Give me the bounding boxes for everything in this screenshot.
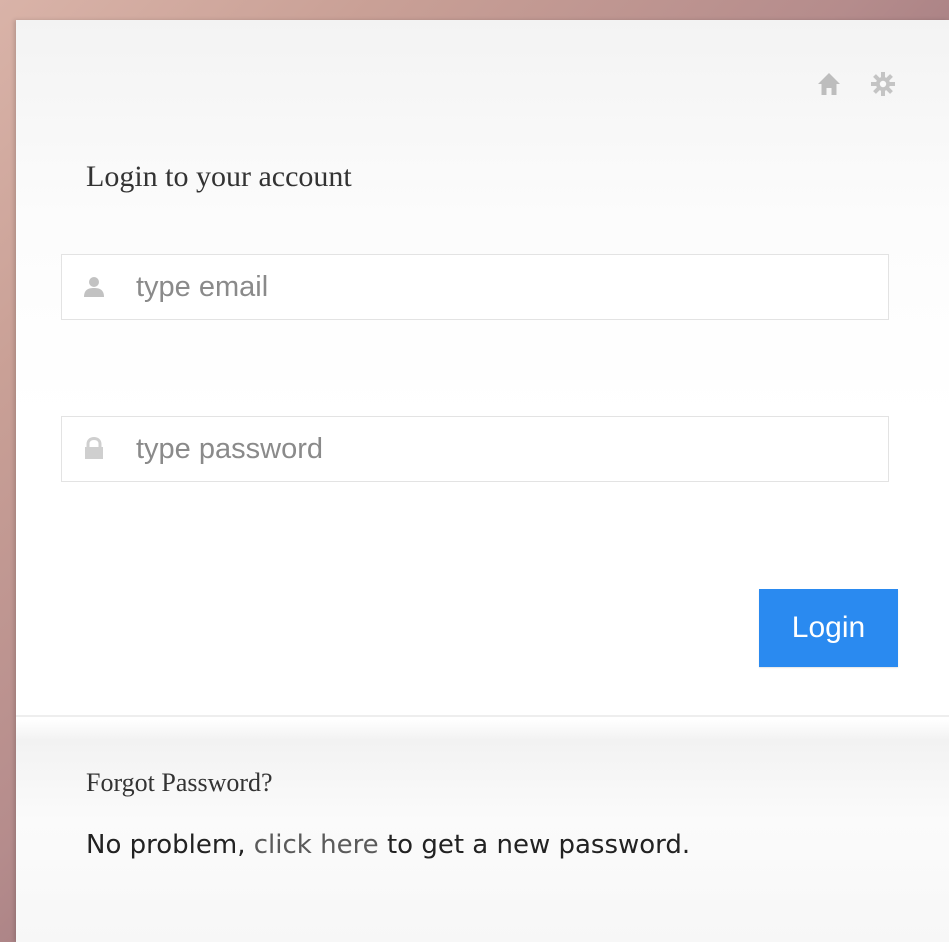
reset-password-link[interactable]: click here bbox=[254, 830, 379, 860]
section-divider bbox=[16, 715, 949, 717]
login-button[interactable]: Login bbox=[759, 589, 898, 667]
lock-icon bbox=[64, 437, 124, 461]
top-icons bbox=[815, 70, 897, 98]
password-input[interactable] bbox=[136, 432, 876, 466]
user-icon bbox=[64, 275, 124, 299]
email-input[interactable] bbox=[136, 270, 876, 304]
login-panel: Login to your account Login Forgot Passw… bbox=[16, 20, 949, 942]
help-text-after: to get a new password. bbox=[378, 830, 691, 860]
page-title: Login to your account bbox=[86, 160, 352, 193]
email-field[interactable] bbox=[61, 254, 889, 320]
help-text-before: No problem, bbox=[86, 830, 254, 860]
home-icon[interactable] bbox=[815, 70, 843, 98]
password-field[interactable] bbox=[61, 416, 889, 482]
forgot-password-title: Forgot Password? bbox=[86, 768, 273, 797]
forgot-password-help: No problem, click here to get a new pass… bbox=[86, 830, 690, 860]
gear-icon[interactable] bbox=[869, 70, 897, 98]
